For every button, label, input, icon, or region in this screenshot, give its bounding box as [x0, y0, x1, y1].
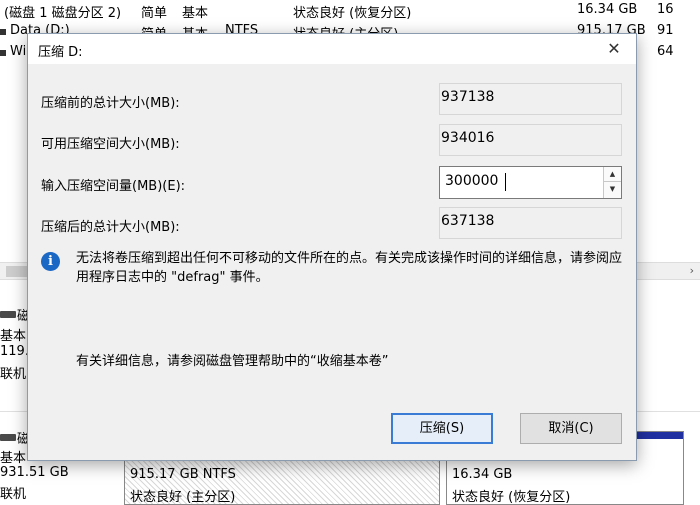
stepper-down-icon[interactable]: ▼: [604, 182, 621, 197]
volume-icon: [0, 50, 6, 56]
text-caret: [505, 173, 506, 191]
disk-size: 119.: [0, 344, 28, 359]
volume-name: (磁盘 1 磁盘分区 2): [4, 6, 122, 21]
disk-state: 联机: [0, 367, 27, 382]
info-message: 无法将卷压缩到超出任何不可移动的文件所在的点。有关完成该操作时间的详细信息，请参…: [76, 251, 623, 285]
partition-size: 915.17 GB NTFS: [130, 467, 236, 482]
disk-type: 基本: [0, 451, 27, 466]
partition-status: 状态良好 (恢复分区): [452, 490, 571, 505]
volume-free: 64: [657, 44, 674, 59]
size-before-label: 压缩前的总计大小(MB):: [41, 96, 180, 111]
volume-capacity: 16.34 GB: [577, 2, 638, 17]
disk-icon: [0, 434, 16, 441]
disk-icon: [0, 311, 16, 318]
help-message: 有关详细信息，请参阅磁盘管理帮助中的“收缩基本卷”: [76, 354, 389, 369]
size-after-value: 637138: [439, 207, 622, 239]
volume-row[interactable]: (磁盘 1 磁盘分区 2) 简单 基本 状态良好 (恢复分区) 16.34 GB…: [0, 0, 700, 22]
volume-status: 状态良好 (恢复分区): [293, 6, 412, 21]
shrink-button[interactable]: 压缩(S): [391, 413, 493, 444]
volume-name: Wi: [10, 44, 27, 59]
volume-free: 16: [657, 2, 674, 17]
stepper-up-icon[interactable]: ▲: [604, 167, 621, 182]
volume-type: 基本: [182, 6, 209, 21]
disk-state: 联机: [0, 487, 27, 502]
volume-layout: 简单: [141, 6, 168, 21]
available-space-value: 934016: [439, 124, 622, 156]
volume-free: 91: [657, 23, 674, 38]
shrink-amount-label: 输入压缩空间量(MB)(E):: [41, 179, 186, 194]
scroll-right-arrow-icon[interactable]: ›: [690, 264, 694, 277]
stepper-buttons: ▲ ▼: [603, 167, 621, 198]
volume-icon: [0, 29, 6, 35]
partition-size: 16.34 GB: [452, 467, 513, 482]
scroll-thumb[interactable]: [6, 266, 28, 277]
shrink-amount-stepper[interactable]: 300000 ▲ ▼: [439, 166, 622, 199]
partition-status: 状态良好 (主分区): [130, 490, 236, 505]
dialog-title: 压缩 D:: [38, 45, 83, 60]
size-before-value: 937138: [439, 83, 622, 115]
close-icon[interactable]: ✕: [592, 34, 636, 64]
disk-size: 931.51 GB: [0, 465, 69, 480]
shrink-dialog: 压缩 D: ✕ 压缩前的总计大小(MB): 937138 可用压缩空间大小(MB…: [27, 33, 637, 461]
cancel-button[interactable]: 取消(C): [520, 413, 622, 444]
disk-type: 基本: [0, 329, 27, 344]
available-space-label: 可用压缩空间大小(MB):: [41, 137, 180, 152]
dialog-titlebar[interactable]: 压缩 D: ✕: [28, 34, 636, 64]
shrink-amount-input[interactable]: 300000: [445, 173, 498, 189]
size-after-label: 压缩后的总计大小(MB):: [41, 220, 180, 235]
info-icon: i: [41, 252, 60, 271]
